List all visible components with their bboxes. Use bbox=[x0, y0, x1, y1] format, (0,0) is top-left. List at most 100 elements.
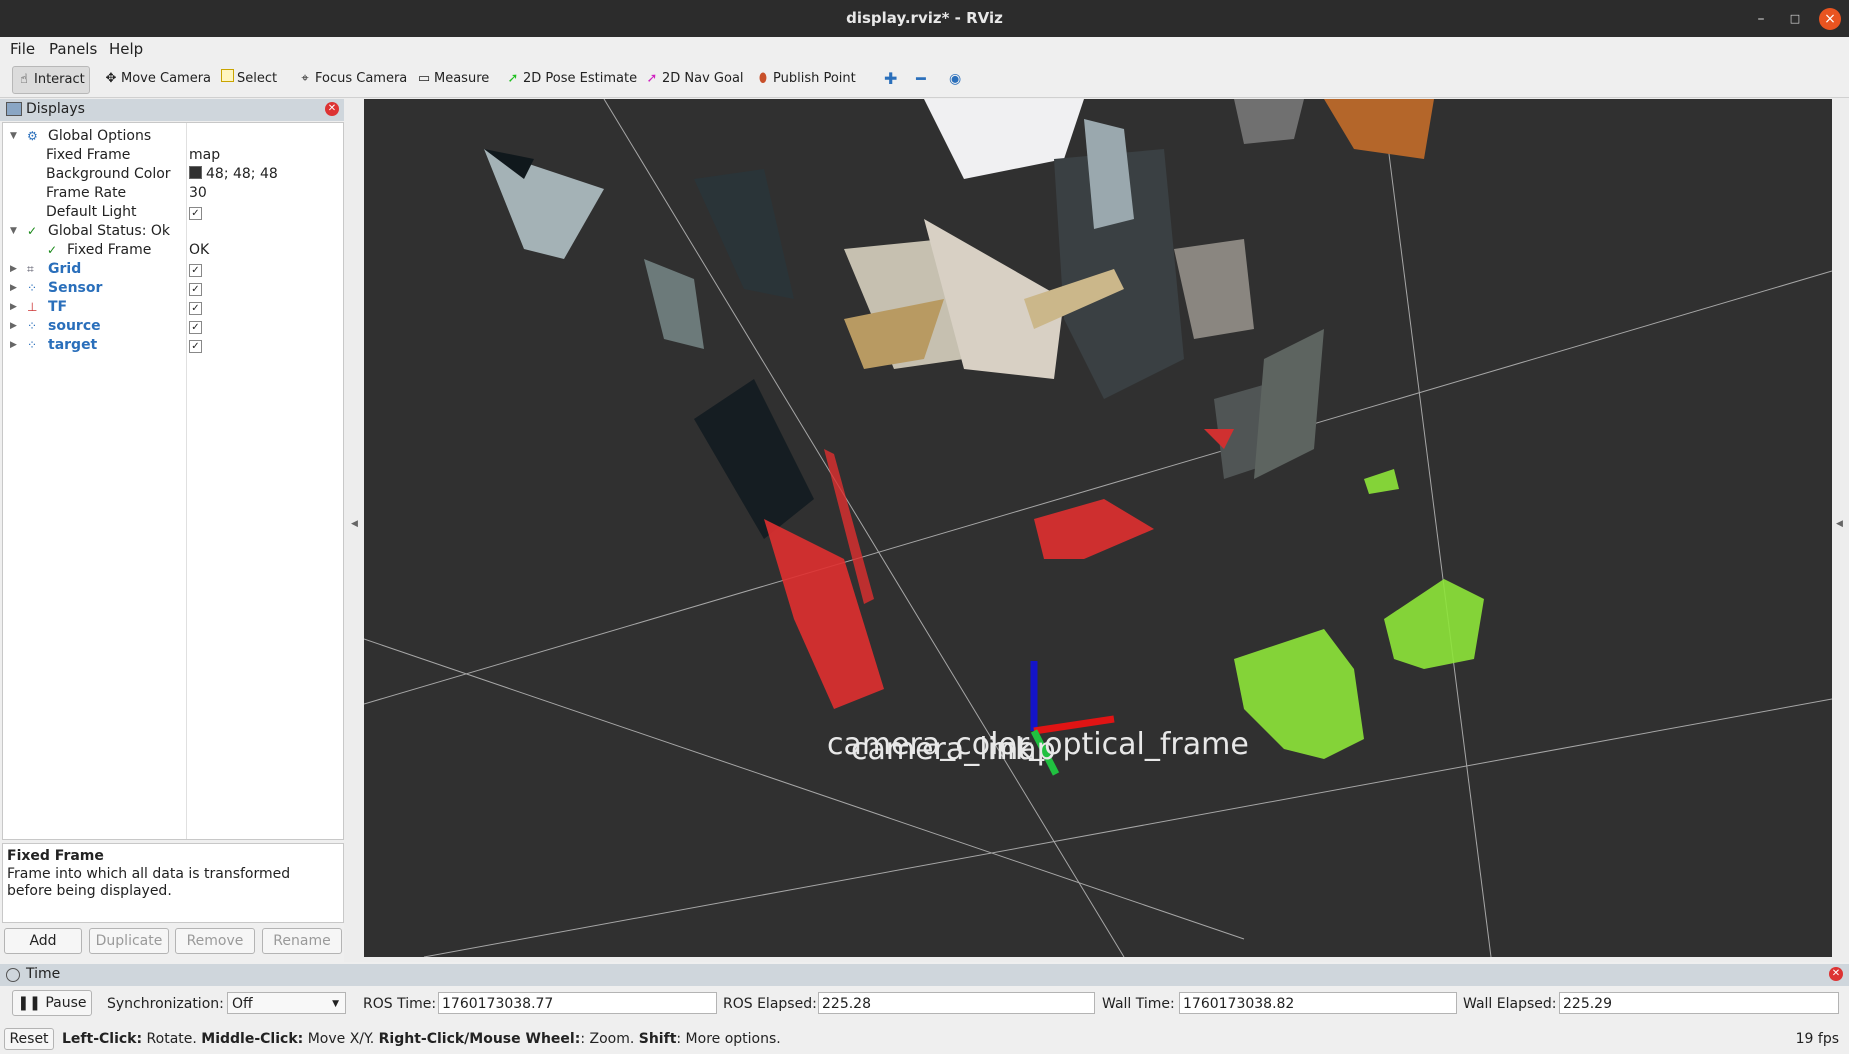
ros-elapsed-label: ROS Elapsed: bbox=[723, 996, 817, 1012]
collapse-arrow-icon[interactable]: ▶ bbox=[10, 298, 17, 317]
default-light-checkbox[interactable]: ✓ bbox=[189, 207, 202, 220]
menu-file[interactable]: File bbox=[10, 40, 35, 58]
tool-label: Focus Camera bbox=[315, 71, 408, 86]
tool-publish-point[interactable]: ⬮ Publish Point bbox=[752, 66, 860, 92]
target-points bbox=[1384, 579, 1484, 669]
source-pointcloud-rgb bbox=[484, 99, 1434, 539]
tree-row-global-status[interactable]: ▼ ✓ Global Status: Ok bbox=[3, 222, 343, 241]
menu-bar: File Panels Help bbox=[0, 37, 1849, 61]
tree-row-background-color[interactable]: Background Color 48; 48; 48 bbox=[3, 165, 343, 184]
background-color-value[interactable]: 48; 48; 48 bbox=[189, 165, 278, 184]
right-splitter-handle[interactable]: ◀ bbox=[1834, 99, 1846, 957]
tool-focus-camera[interactable]: ⌖ Focus Camera bbox=[294, 66, 411, 92]
tree-row-default-light[interactable]: Default Light ✓ bbox=[3, 203, 343, 222]
close-panel-icon[interactable]: ✕ bbox=[325, 102, 339, 116]
reset-button[interactable]: Reset bbox=[4, 1028, 54, 1050]
collapse-left-icon[interactable]: ◀ bbox=[351, 519, 358, 529]
menu-help[interactable]: Help bbox=[109, 40, 143, 58]
ros-elapsed-field[interactable]: 225.28 bbox=[818, 992, 1095, 1014]
minimize-icon[interactable]: – bbox=[1750, 8, 1772, 30]
description-body: Frame into which all data is transformed… bbox=[7, 866, 291, 899]
collapse-arrow-icon[interactable]: ▶ bbox=[10, 279, 17, 298]
target-checkbox[interactable]: ✓ bbox=[189, 340, 202, 353]
tool-label: Interact bbox=[34, 72, 85, 87]
property-label: Fixed Frame bbox=[46, 147, 131, 163]
description-title: Fixed Frame bbox=[7, 848, 104, 864]
remove-button[interactable]: Remove bbox=[175, 928, 255, 954]
scene-canvas[interactable]: camera_link map camera_color_optical_fra… bbox=[364, 99, 1832, 957]
grid-line bbox=[364, 638, 1245, 940]
pause-button[interactable]: ❚❚ Pause bbox=[12, 990, 92, 1016]
tool-2d-pose-estimate[interactable]: ➚ 2D Pose Estimate bbox=[502, 66, 641, 92]
tree-row-sensor[interactable]: ▶ ⁘ Sensor ✓ bbox=[3, 279, 343, 298]
tool-2d-nav-goal[interactable]: ➚ 2D Nav Goal bbox=[641, 66, 748, 92]
wall-elapsed-field[interactable]: 225.29 bbox=[1559, 992, 1839, 1014]
hint-text: Move X/Y. bbox=[303, 1031, 379, 1047]
frame-rate-value[interactable]: 30 bbox=[189, 184, 207, 203]
ros-time-field[interactable]: 1760173038.77 bbox=[438, 992, 717, 1014]
tool-label: Measure bbox=[434, 71, 490, 86]
close-time-panel-icon[interactable]: ✕ bbox=[1829, 967, 1843, 981]
monitor-icon bbox=[6, 102, 22, 116]
pointcloud-icon: ⁘ bbox=[27, 319, 38, 333]
duplicate-button[interactable]: Duplicate bbox=[89, 928, 169, 954]
checkbox-wrap: ✓ bbox=[189, 298, 202, 317]
wall-time-label: Wall Time: bbox=[1102, 996, 1175, 1012]
wall-time-field[interactable]: 1760173038.82 bbox=[1179, 992, 1457, 1014]
tool-label: Move Camera bbox=[121, 71, 212, 86]
fixed-frame-value[interactable]: map bbox=[189, 146, 220, 165]
close-window-icon[interactable]: × bbox=[1819, 8, 1841, 30]
eye-icon[interactable]: ◉ bbox=[945, 66, 965, 92]
add-button[interactable]: Add bbox=[4, 928, 82, 954]
grid-checkbox[interactable]: ✓ bbox=[189, 264, 202, 277]
checkmark-icon: ✓ bbox=[27, 224, 38, 238]
tree-row-global-options[interactable]: ▼ ⚙ Global Options bbox=[3, 127, 343, 146]
tool-move-camera[interactable]: ✥ Move Camera bbox=[100, 66, 215, 92]
collapse-right-icon[interactable]: ◀ bbox=[1836, 519, 1843, 529]
collapse-arrow-icon[interactable]: ▶ bbox=[10, 317, 17, 336]
checkbox-wrap: ✓ bbox=[189, 336, 202, 355]
hint-key: Middle-Click: bbox=[201, 1031, 304, 1047]
tree-label: Global Options bbox=[48, 128, 152, 144]
menu-panels[interactable]: Panels bbox=[49, 40, 97, 58]
hint-text: Rotate. bbox=[142, 1031, 202, 1047]
left-splitter-handle[interactable]: ◀ bbox=[349, 99, 361, 957]
maximize-icon[interactable]: □ bbox=[1784, 8, 1806, 30]
collapse-arrow-icon[interactable]: ▶ bbox=[10, 260, 17, 279]
tf-checkbox[interactable]: ✓ bbox=[189, 302, 202, 315]
tree-label: Global Status: Ok bbox=[48, 223, 171, 239]
sync-select[interactable]: Off ▼ bbox=[227, 992, 346, 1014]
tool-label: 2D Pose Estimate bbox=[523, 71, 638, 86]
expand-arrow-icon[interactable]: ▼ bbox=[10, 222, 17, 241]
color-swatch[interactable] bbox=[189, 166, 202, 179]
status-value: OK bbox=[189, 242, 210, 258]
tree-row-fixed-frame[interactable]: Fixed Frame map bbox=[3, 146, 343, 165]
source-points bbox=[764, 519, 884, 709]
tool-select[interactable]: Select bbox=[217, 66, 281, 92]
frame-label-camera-color-optical: camera_color_optical_frame bbox=[827, 727, 1249, 762]
expand-arrow-icon[interactable]: ▼ bbox=[10, 127, 17, 146]
time-title: Time bbox=[26, 966, 61, 982]
collapse-arrow-icon[interactable]: ▶ bbox=[10, 336, 17, 355]
rgb-cluster bbox=[484, 149, 604, 259]
minus-icon[interactable]: ━ bbox=[912, 66, 930, 92]
tree-row-status-fixed-frame[interactable]: ✓ Fixed Frame OK bbox=[3, 241, 343, 260]
tree-row-grid[interactable]: ▶ ⌗ Grid ✓ bbox=[3, 260, 343, 279]
tool-measure[interactable]: ▭ Measure bbox=[413, 66, 493, 92]
tree-row-source[interactable]: ▶ ⁘ source ✓ bbox=[3, 317, 343, 336]
tree-row-frame-rate[interactable]: Frame Rate 30 bbox=[3, 184, 343, 203]
rename-button[interactable]: Rename bbox=[262, 928, 342, 954]
tool-interact[interactable]: ☝ Interact bbox=[12, 66, 90, 94]
tree-row-target[interactable]: ▶ ⁘ target ✓ bbox=[3, 336, 343, 355]
source-checkbox[interactable]: ✓ bbox=[189, 321, 202, 334]
plus-icon[interactable]: ✚ bbox=[880, 66, 901, 92]
fps-readout: 19 fps bbox=[1795, 1031, 1839, 1047]
focus-camera-icon: ⌖ bbox=[301, 71, 309, 86]
tree-row-tf[interactable]: ▶ ⊥ TF ✓ bbox=[3, 298, 343, 317]
rgb-cluster bbox=[694, 379, 814, 539]
checkbox-wrap: ✓ bbox=[189, 279, 202, 298]
render-viewport[interactable]: camera_link map camera_color_optical_fra… bbox=[364, 99, 1832, 957]
hint-text: : Zoom. bbox=[580, 1031, 639, 1047]
sensor-checkbox[interactable]: ✓ bbox=[189, 283, 202, 296]
clock-icon bbox=[6, 968, 20, 982]
